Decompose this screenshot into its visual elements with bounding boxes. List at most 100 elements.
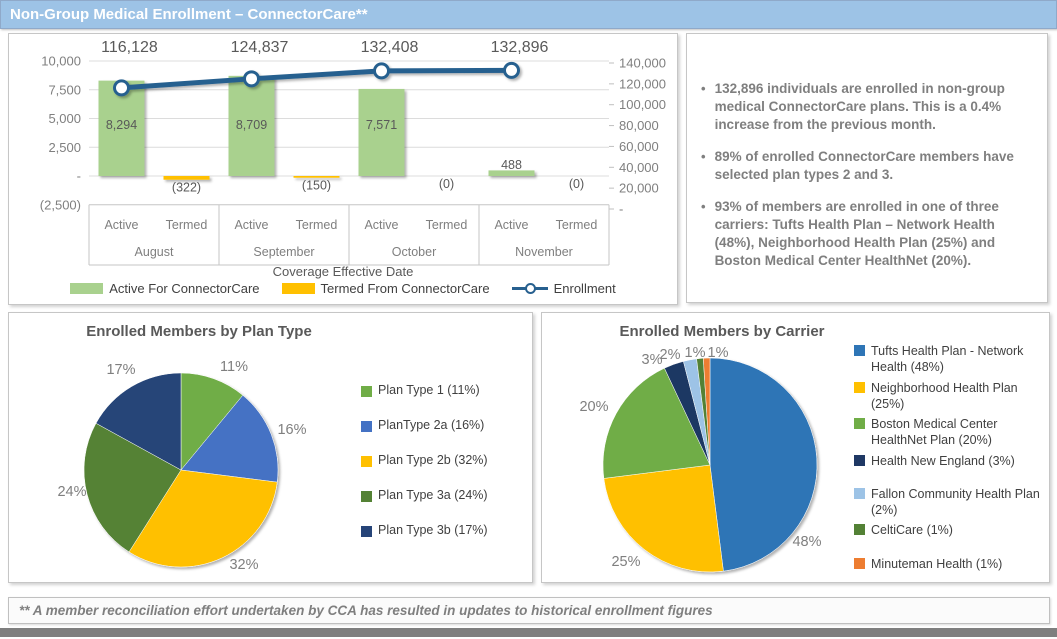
right-axis-tick-label: 140,000	[619, 56, 666, 71]
legend-label: Plan Type 2b (32%)	[378, 453, 488, 467]
legend-color-swatch-icon	[854, 524, 865, 535]
active-bar-value-label: 7,571	[366, 118, 397, 132]
active-bar-value-label: 8,709	[236, 118, 267, 132]
active-bar-value-label: 8,294	[106, 118, 137, 132]
legend-item: Plan Type 2b (32%)	[361, 453, 488, 467]
legend-color-swatch-icon	[361, 456, 372, 467]
bottom-divider-bar	[0, 628, 1057, 637]
legend-label: Plan Type 1 (11%)	[378, 383, 480, 397]
pie-slice-label: 24%	[57, 484, 86, 500]
month-label: September	[253, 245, 314, 259]
active-bar-value-label: 488	[501, 158, 522, 172]
bullet-icon: •	[701, 148, 706, 184]
month-label: November	[515, 245, 573, 259]
x-axis-title: Coverage Effective Date	[63, 264, 623, 279]
active-bar-swatch-icon	[70, 283, 103, 294]
legend-item: Plan Type 1 (11%)	[361, 383, 488, 397]
legend-item: Tufts Health Plan - Network Health (48%)	[854, 343, 1044, 376]
legend-item: Fallon Community Health Plan (2%)	[854, 486, 1044, 519]
enrollment-value-label: 116,128	[101, 39, 158, 56]
legend-item: Boston Medical Center HealthNet Plan (20…	[854, 416, 1044, 449]
legend-label: Health New England (3%)	[871, 453, 1015, 469]
pie-slice-label: 16%	[277, 422, 306, 438]
legend-item: Plan Type 3a (24%)	[361, 488, 488, 502]
bullet-icon: •	[701, 198, 706, 270]
left-axis-tick-label: -	[77, 169, 81, 184]
right-axis-tick-label: 100,000	[619, 97, 666, 112]
pie-slice-label: 1%	[708, 345, 729, 361]
legend-color-swatch-icon	[361, 491, 372, 502]
insight-text: 132,896 individuals are enrolled in non-…	[715, 80, 1035, 134]
left-axis-tick-label: (2,500)	[40, 197, 81, 212]
enrollment-line-swatch-icon	[512, 283, 548, 294]
legend-label: Termed From ConnectorCare	[321, 281, 490, 296]
termed-bar-swatch-icon	[282, 283, 315, 294]
sub-category-label: Termed	[556, 218, 598, 232]
insight-text: 89% of enrolled ConnectorCare members ha…	[715, 148, 1035, 184]
legend-item: PlanType 2a (16%)	[361, 418, 488, 432]
pie-slice-label: 20%	[579, 399, 608, 415]
page-title: Non-Group Medical Enrollment – Connector…	[10, 6, 368, 23]
termed-bar-value-label: (322)	[172, 181, 201, 195]
legend-color-swatch-icon	[854, 455, 865, 466]
footnote-text: ** A member reconciliation effort undert…	[19, 603, 713, 618]
legend-item: Plan Type 3b (17%)	[361, 523, 488, 537]
month-label: August	[135, 245, 174, 259]
month-label: October	[392, 245, 436, 259]
legend-item: Minuteman Health (1%)	[854, 556, 1044, 572]
carrier-legend: Tufts Health Plan - Network Health (48%)…	[854, 339, 1044, 572]
pie-slice-label: 11%	[220, 359, 248, 375]
termed-bar	[164, 176, 210, 180]
legend-item: CeltiCare (1%)	[854, 522, 1044, 538]
termed-bar-value-label: (0)	[439, 177, 454, 191]
sub-category-label: Termed	[426, 218, 468, 232]
plan-type-panel: Enrolled Members by Plan Type 11%16%32%2…	[8, 312, 533, 583]
legend-label: Tufts Health Plan - Network Health (48%)	[871, 343, 1044, 376]
enrollment-line-marker	[245, 72, 259, 86]
legend-item: Neighborhood Health Plan (25%)	[854, 380, 1044, 413]
footnote-bar: ** A member reconciliation effort undert…	[8, 597, 1050, 624]
right-axis-tick-label: 120,000	[619, 76, 666, 91]
legend-color-swatch-icon	[361, 421, 372, 432]
sub-category-label: Termed	[166, 218, 208, 232]
right-axis-tick-label: -	[619, 202, 623, 217]
legend-label: Plan Type 3a (24%)	[378, 488, 488, 502]
legend-label: CeltiCare (1%)	[871, 522, 953, 538]
enrollment-combo-chart: 10,0007,5005,0002,500-(2,500)140,000120,…	[9, 34, 675, 268]
pie-slice-label: 32%	[229, 557, 258, 573]
sub-category-label: Termed	[296, 218, 338, 232]
legend-label: PlanType 2a (16%)	[378, 418, 484, 432]
sub-category-label: Active	[364, 218, 398, 232]
right-axis-tick-label: 80,000	[619, 118, 659, 133]
legend-label: Neighborhood Health Plan (25%)	[871, 380, 1044, 413]
insight-bullet: • 132,896 individuals are enrolled in no…	[701, 80, 1035, 134]
pie-slice-label: 17%	[106, 362, 135, 378]
active-bar	[359, 89, 405, 176]
legend-label: Boston Medical Center HealthNet Plan (20…	[871, 416, 1044, 449]
legend-color-swatch-icon	[361, 386, 372, 397]
legend-color-swatch-icon	[854, 558, 865, 569]
enrollment-dashboard: Non-Group Medical Enrollment – Connector…	[0, 0, 1057, 639]
enrollment-value-label: 132,896	[491, 39, 549, 56]
bullet-icon: •	[701, 80, 706, 134]
legend-color-swatch-icon	[854, 345, 865, 356]
enrollment-line	[122, 70, 512, 87]
insight-text: 93% of members are enrolled in one of th…	[715, 198, 1035, 270]
legend-label: Minuteman Health (1%)	[871, 556, 1002, 572]
sub-category-label: Active	[234, 218, 268, 232]
legend-label: Enrollment	[554, 281, 616, 296]
enrollment-value-label: 124,837	[231, 39, 289, 56]
enrollment-trend-panel: 10,0007,5005,0002,500-(2,500)140,000120,…	[8, 33, 678, 305]
right-axis-tick-label: 40,000	[619, 160, 659, 175]
legend-label: Fallon Community Health Plan (2%)	[871, 486, 1044, 519]
pie-slice-label: 1%	[685, 345, 706, 361]
legend-color-swatch-icon	[361, 526, 372, 537]
insight-bullet: • 93% of members are enrolled in one of …	[701, 198, 1035, 270]
left-axis-tick-label: 5,000	[48, 111, 81, 126]
pie-slice-label: 25%	[611, 554, 640, 570]
pie-slice-label: 2%	[660, 347, 681, 363]
right-axis-tick-label: 60,000	[619, 139, 659, 154]
legend-item-enrollment: Enrollment	[512, 281, 616, 296]
termed-bar-value-label: (150)	[302, 179, 331, 193]
legend-item: Health New England (3%)	[854, 453, 1044, 469]
